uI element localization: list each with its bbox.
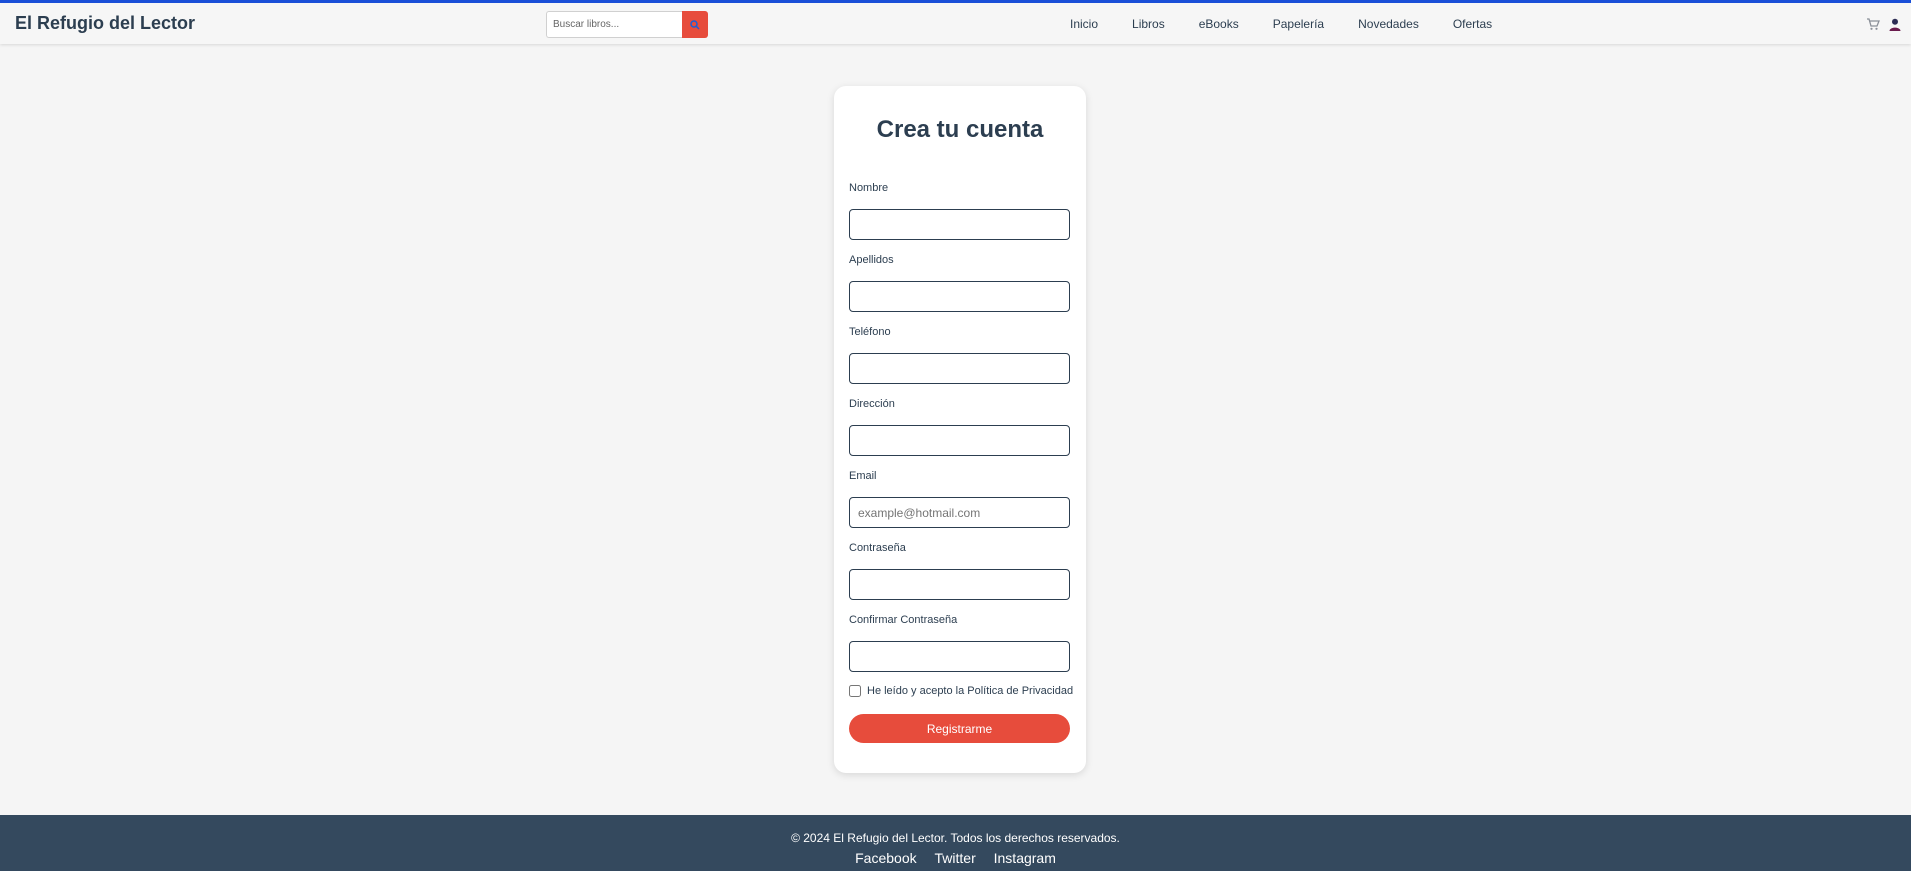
confirm-password-field[interactable]: [849, 641, 1070, 672]
register-form-card: Crea tu cuenta Nombre Apellidos Teléfono…: [834, 86, 1086, 773]
telefono-field[interactable]: [849, 353, 1070, 384]
nav-link-novedades[interactable]: Novedades: [1358, 17, 1419, 31]
privacy-consent: He leído y acepto la Política de Privaci…: [849, 685, 1073, 697]
register-button[interactable]: Registrarme: [849, 714, 1070, 743]
cart-icon[interactable]: [1866, 18, 1880, 31]
apellidos-field[interactable]: [849, 281, 1070, 312]
search-bar: [546, 11, 708, 38]
telefono-label: Teléfono: [849, 326, 891, 338]
footer-link-facebook[interactable]: Facebook: [855, 850, 916, 866]
apellidos-label: Apellidos: [849, 254, 894, 266]
search-input[interactable]: [546, 11, 682, 38]
main-nav: Inicio Libros eBooks Papelería Novedades…: [1070, 17, 1492, 31]
footer-social-links: Facebook Twitter Instagram: [0, 850, 1911, 866]
nav-link-ebooks[interactable]: eBooks: [1199, 17, 1239, 31]
footer-copyright: © 2024 El Refugio del Lector. Todos los …: [791, 831, 1120, 845]
nav-link-ofertas[interactable]: Ofertas: [1453, 17, 1492, 31]
header-icons: [1866, 18, 1901, 31]
email-label: Email: [849, 470, 877, 482]
search-button[interactable]: [682, 11, 708, 38]
nombre-field[interactable]: [849, 209, 1070, 240]
confirm-password-label: Confirmar Contraseña: [849, 614, 958, 626]
user-icon[interactable]: [1889, 18, 1901, 31]
direccion-label: Dirección: [849, 398, 895, 410]
footer-link-instagram[interactable]: Instagram: [994, 850, 1056, 866]
nav-link-libros[interactable]: Libros: [1132, 17, 1165, 31]
form-title: Crea tu cuenta: [876, 116, 1044, 143]
site-footer: © 2024 El Refugio del Lector. Todos los …: [0, 815, 1911, 871]
nombre-label: Nombre: [849, 182, 889, 194]
site-logo[interactable]: El Refugio del Lector: [15, 13, 195, 34]
password-label: Contraseña: [849, 542, 906, 554]
footer-link-twitter[interactable]: Twitter: [935, 850, 976, 866]
privacy-checkbox[interactable]: [849, 685, 861, 697]
email-field[interactable]: [849, 497, 1070, 528]
nav-link-inicio[interactable]: Inicio: [1070, 17, 1098, 31]
direccion-field[interactable]: [849, 425, 1070, 456]
password-field[interactable]: [849, 569, 1070, 600]
privacy-consent-label[interactable]: He leído y acepto la Política de Privaci…: [867, 685, 1073, 697]
top-navbar: El Refugio del Lector Inicio Libros eBoo…: [0, 0, 1911, 44]
nav-link-papeleria[interactable]: Papelería: [1273, 17, 1324, 31]
search-icon: [690, 19, 700, 30]
